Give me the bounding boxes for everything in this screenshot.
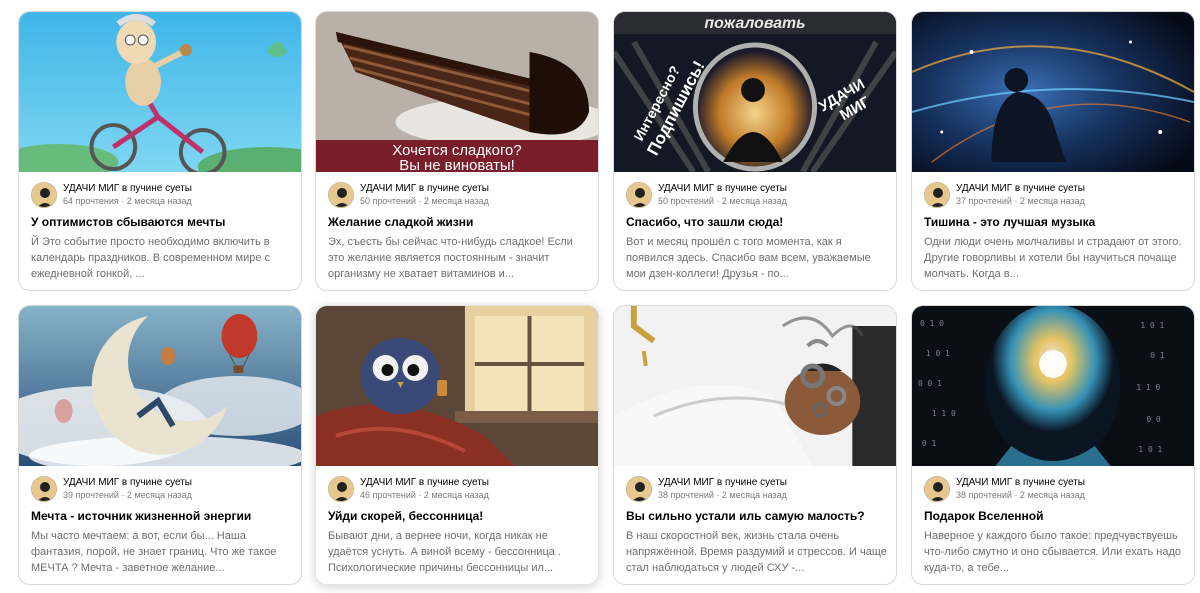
article-card[interactable]: УДАЧИ МИГ в пучине суеты 64 прочтения · … bbox=[18, 11, 302, 291]
article-title[interactable]: Подарок Вселенной bbox=[924, 508, 1186, 524]
thumbnail-caption: пожаловать bbox=[704, 15, 805, 32]
article-meta: УДАЧИ МИГ в пучине суеты 38 прочтений · … bbox=[924, 476, 1184, 502]
article-title[interactable]: У оптимистов сбываются мечты bbox=[31, 214, 293, 230]
article-thumbnail[interactable]: 0 1 0 1 0 1 0 0 1 1 1 0 0 1 1 0 1 0 1 1 1 0 0 0… bbox=[912, 306, 1194, 466]
article-card[interactable]: УДАЧИ МИГ в пучине суеты 46 прочтений · … bbox=[315, 305, 599, 585]
article-meta: УДАЧИ МИГ в пучине суеты 50 прочтений · … bbox=[626, 182, 886, 208]
article-title[interactable]: Желание сладкой жизни bbox=[328, 214, 590, 230]
channel-name[interactable]: УДАЧИ МИГ в пучине суеты bbox=[956, 477, 1085, 489]
svg-text:1 0 1: 1 0 1 bbox=[1138, 445, 1162, 454]
svg-text:1 1 0: 1 1 0 bbox=[1136, 383, 1160, 392]
article-title[interactable]: Спасибо, что зашли сюда! bbox=[626, 214, 888, 230]
article-card[interactable]: 0 1 0 1 0 1 0 0 1 1 1 0 0 1 1 0 1 0 1 1 1 0 0 0… bbox=[911, 305, 1195, 585]
svg-text:1 0 1: 1 0 1 bbox=[926, 349, 950, 358]
channel-avatar[interactable] bbox=[626, 182, 652, 208]
svg-text:0 1: 0 1 bbox=[922, 439, 937, 448]
article-snippet: Одни люди очень молчаливы и страдают от … bbox=[924, 236, 1182, 280]
article-thumbnail[interactable] bbox=[316, 306, 598, 466]
article-thumbnail[interactable]: пожаловать Интересно? Подпишись! УДАЧИ М… bbox=[614, 12, 896, 172]
article-meta: УДАЧИ МИГ в пучине суеты 50 прочтений · … bbox=[328, 182, 588, 208]
article-thumbnail[interactable] bbox=[19, 12, 301, 172]
article-snippet: Бывают дни, а вернее ночи, когда никак н… bbox=[328, 530, 561, 574]
channel-name[interactable]: УДАЧИ МИГ в пучине суеты bbox=[658, 183, 787, 195]
svg-text:0 0: 0 0 bbox=[1146, 415, 1161, 424]
article-stats: 38 прочтений · 2 месяца назад bbox=[658, 490, 787, 500]
article-snippet: Наверное у каждого было такое: предчувст… bbox=[924, 530, 1181, 574]
article-title[interactable]: Мечта - источник жизненной энергии bbox=[31, 508, 293, 524]
article-meta: УДАЧИ МИГ в пучине суеты 37 прочтений · … bbox=[924, 182, 1184, 208]
channel-avatar[interactable] bbox=[31, 182, 57, 208]
article-stats: 38 прочтений · 2 месяца назад bbox=[956, 490, 1085, 500]
article-title[interactable]: Уйди скорей, бессонница! bbox=[328, 508, 590, 524]
channel-name[interactable]: УДАЧИ МИГ в пучине суеты bbox=[360, 477, 489, 489]
article-meta: УДАЧИ МИГ в пучине суеты 46 прочтений · … bbox=[328, 476, 588, 502]
article-title[interactable]: Вы сильно устали иль самую малость? bbox=[626, 508, 888, 524]
article-stats: 46 прочтений · 2 месяца назад bbox=[360, 490, 489, 500]
article-card[interactable]: УДАЧИ МИГ в пучине суеты 38 прочтений · … bbox=[613, 305, 897, 585]
channel-name[interactable]: УДАЧИ МИГ в пучине суеты bbox=[63, 183, 192, 195]
channel-avatar[interactable] bbox=[924, 476, 950, 502]
article-snippet: Й Это событие просто необходимо включить… bbox=[31, 236, 271, 280]
article-stats: 39 прочтений · 2 месяца назад bbox=[63, 490, 192, 500]
svg-text:0 1: 0 1 bbox=[1150, 351, 1165, 360]
article-meta: УДАЧИ МИГ в пучине суеты 64 прочтения · … bbox=[31, 182, 291, 208]
article-snippet: Вот и месяц прошёл с того момента, как я… bbox=[626, 236, 871, 280]
article-card[interactable]: пожаловать Интересно? Подпишись! УДАЧИ М… bbox=[613, 11, 897, 291]
article-stats: 37 прочтений · 2 месяца назад bbox=[956, 196, 1085, 206]
article-stats: 50 прочтений · 2 месяца назад bbox=[360, 196, 489, 206]
article-card[interactable]: Хочется сладкого? Вы не виноваты! УДАЧИ … bbox=[315, 11, 599, 291]
article-thumbnail[interactable] bbox=[19, 306, 301, 466]
channel-avatar[interactable] bbox=[328, 182, 354, 208]
article-thumbnail[interactable] bbox=[912, 12, 1194, 172]
thumbnail-caption: Вы не виноваты! bbox=[399, 157, 514, 172]
svg-text:0 0 1: 0 0 1 bbox=[918, 379, 942, 388]
article-meta: УДАЧИ МИГ в пучине суеты 38 прочтений · … bbox=[626, 476, 886, 502]
svg-text:1 0 1: 1 0 1 bbox=[1140, 321, 1164, 330]
article-snippet: Мы часто мечтаем: а вот, если бы... Наша… bbox=[31, 530, 277, 574]
article-stats: 50 прочтений · 2 месяца назад bbox=[658, 196, 787, 206]
article-snippet: В наш скоростной век, жизнь стала очень … bbox=[626, 530, 887, 574]
article-thumbnail[interactable]: Хочется сладкого? Вы не виноваты! bbox=[316, 12, 598, 172]
svg-text:0 1 0: 0 1 0 bbox=[920, 319, 944, 328]
channel-avatar[interactable] bbox=[626, 476, 652, 502]
article-stats: 64 прочтения · 2 месяца назад bbox=[63, 196, 192, 206]
article-card[interactable]: УДАЧИ МИГ в пучине суеты 39 прочтений · … bbox=[18, 305, 302, 585]
channel-avatar[interactable] bbox=[924, 182, 950, 208]
channel-avatar[interactable] bbox=[31, 476, 57, 502]
article-thumbnail[interactable] bbox=[614, 306, 896, 466]
channel-name[interactable]: УДАЧИ МИГ в пучине суеты bbox=[956, 183, 1085, 195]
channel-name[interactable]: УДАЧИ МИГ в пучине суеты bbox=[658, 477, 787, 489]
article-meta: УДАЧИ МИГ в пучине суеты 39 прочтений · … bbox=[31, 476, 291, 502]
channel-name[interactable]: УДАЧИ МИГ в пучине суеты bbox=[360, 183, 489, 195]
article-card[interactable]: УДАЧИ МИГ в пучине суеты 37 прочтений · … bbox=[911, 11, 1195, 291]
channel-name[interactable]: УДАЧИ МИГ в пучине суеты bbox=[63, 477, 192, 489]
article-title[interactable]: Тишина - это лучшая музыка bbox=[924, 214, 1186, 230]
article-snippet: Эх, съесть бы сейчас что-нибудь сладкое!… bbox=[328, 236, 573, 280]
svg-text:1 1 0: 1 1 0 bbox=[932, 409, 956, 418]
channel-avatar[interactable] bbox=[328, 476, 354, 502]
